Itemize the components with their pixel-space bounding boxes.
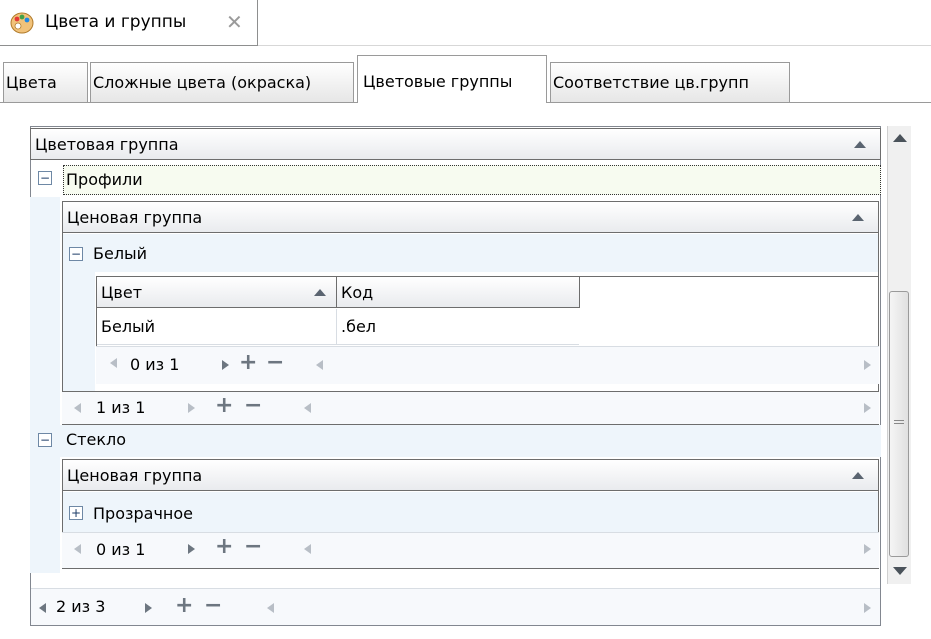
divider <box>258 45 931 46</box>
sort-ascending-icon <box>854 141 866 148</box>
tab-label: Соответствие цв.групп <box>553 73 749 92</box>
group-name: Стекло <box>66 430 127 449</box>
collapse-icon[interactable]: − <box>69 247 83 261</box>
color-cell: Белый <box>101 317 156 336</box>
scroll-left-icon[interactable] <box>316 360 323 370</box>
grip-icon <box>894 420 904 424</box>
record-counter: 0 из 1 <box>96 540 146 559</box>
cell-divider <box>336 309 337 345</box>
record-counter: 0 из 1 <box>130 355 180 374</box>
sort-ascending-icon <box>852 472 864 479</box>
delete-record-icon[interactable]: − <box>244 534 262 559</box>
collapse-icon[interactable]: − <box>38 433 52 447</box>
scroll-up-icon[interactable] <box>893 134 907 142</box>
sort-ascending-icon <box>852 214 864 221</box>
tab-complex-colors[interactable]: Сложные цвета (окраска) <box>90 62 354 102</box>
navigator-price-group: 1 из 1 + − <box>62 391 879 424</box>
price-group-row-white[interactable]: − Белый <box>63 234 878 272</box>
next-record-icon[interactable] <box>222 360 229 370</box>
palette-icon <box>10 12 34 34</box>
tab-label: Цвета <box>6 73 57 92</box>
navigator-glass: 0 из 1 + − <box>62 532 879 568</box>
add-record-icon[interactable]: + <box>239 350 257 375</box>
delete-record-icon[interactable]: − <box>204 593 222 618</box>
indent-area <box>30 457 60 573</box>
next-record-icon[interactable] <box>188 544 195 554</box>
delete-record-icon[interactable]: − <box>244 393 262 418</box>
prev-record-icon[interactable] <box>74 544 81 554</box>
add-record-icon[interactable]: + <box>215 534 233 559</box>
navigator-main: 2 из 3 + − <box>31 588 880 625</box>
group-name: Профили <box>66 170 143 189</box>
document-tab[interactable]: Цвета и группы ✕ <box>0 0 258 46</box>
column-header-label: Цвет <box>101 283 143 302</box>
scroll-left-icon[interactable] <box>267 603 274 613</box>
collapse-icon[interactable]: − <box>38 171 52 185</box>
column-header-price-group[interactable]: Ценовая группа <box>62 459 879 491</box>
close-icon[interactable]: ✕ <box>226 10 243 34</box>
scroll-down-icon[interactable] <box>893 567 907 575</box>
column-header-code[interactable]: Код <box>336 276 580 308</box>
focused-cell <box>63 165 881 195</box>
prev-record-icon[interactable] <box>39 603 46 613</box>
scroll-right-icon[interactable] <box>864 544 871 554</box>
document-tab-title: Цвета и группы <box>45 12 187 32</box>
navigator-colors: 0 из 1 + − <box>96 346 879 384</box>
scroll-right-icon[interactable] <box>864 360 871 370</box>
column-header-label: Ценовая группа <box>67 466 203 485</box>
delete-record-icon[interactable]: − <box>266 350 284 375</box>
group-row-profiles[interactable]: − Профили <box>30 161 881 197</box>
price-group-row-transparent[interactable]: + Прозрачное <box>63 492 878 532</box>
record-counter: 1 из 1 <box>96 398 146 417</box>
column-header-color-group[interactable]: Цветовая группа <box>30 128 881 160</box>
next-record-icon[interactable] <box>188 403 195 413</box>
price-group-name: Белый <box>93 244 148 263</box>
column-header-label: Ценовая группа <box>67 208 203 227</box>
price-group-name: Прозрачное <box>93 504 193 523</box>
scroll-left-icon[interactable] <box>304 544 311 554</box>
table-row[interactable]: Белый .бел <box>97 309 579 345</box>
code-cell: .бел <box>341 317 377 336</box>
sort-ascending-icon <box>314 289 326 296</box>
next-record-icon[interactable] <box>145 603 152 613</box>
prev-record-icon[interactable] <box>74 403 81 413</box>
tab-color-groups[interactable]: Цветовые группы <box>357 55 547 103</box>
scrollbar-thumb[interactable] <box>889 291 909 557</box>
column-header-price-group[interactable]: Ценовая группа <box>62 201 879 233</box>
scroll-right-icon[interactable] <box>864 403 871 413</box>
add-record-icon[interactable]: + <box>215 393 233 418</box>
indent-area <box>30 197 60 430</box>
column-header-label: Код <box>341 283 374 302</box>
tab-label: Цветовые группы <box>363 72 513 91</box>
record-counter: 2 из 3 <box>56 597 106 616</box>
prev-record-icon[interactable] <box>110 358 117 368</box>
scroll-right-icon[interactable] <box>864 603 871 613</box>
scroll-left-icon[interactable] <box>304 403 311 413</box>
tab-label: Сложные цвета (окраска) <box>93 73 312 92</box>
tab-colors[interactable]: Цвета <box>3 62 88 102</box>
tab-group-mapping[interactable]: Соответствие цв.групп <box>550 62 790 102</box>
column-header-color[interactable]: Цвет <box>96 276 337 308</box>
column-header-label: Цветовая группа <box>35 135 179 154</box>
indent-area <box>63 272 95 392</box>
group-row-glass[interactable]: − Стекло <box>30 425 881 457</box>
expand-icon[interactable]: + <box>69 506 83 520</box>
add-record-icon[interactable]: + <box>175 593 193 618</box>
